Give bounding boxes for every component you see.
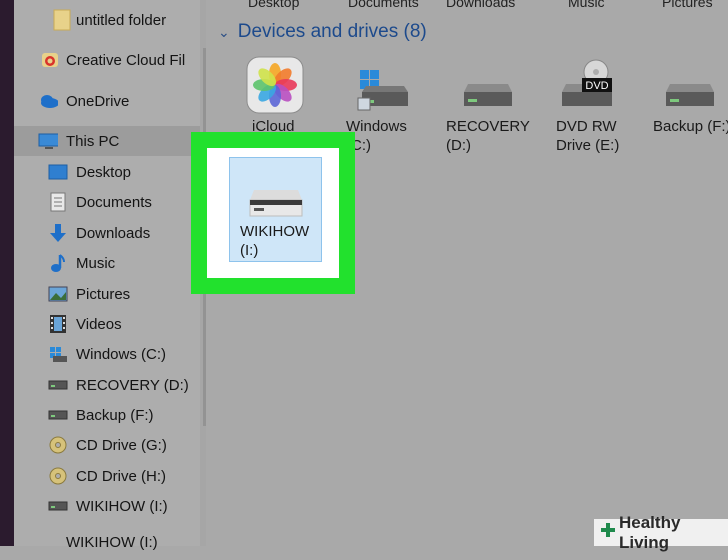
- sidebar-item-videos[interactable]: Videos: [14, 309, 200, 339]
- svg-text:DVD: DVD: [585, 80, 608, 92]
- sidebar-item-windows-c[interactable]: Windows (C:): [14, 339, 200, 369]
- section-title: Devices and drives (8): [237, 21, 427, 42]
- sidebar-item-label: Documents: [76, 193, 152, 211]
- sidebar-item-desktop[interactable]: Desktop: [14, 157, 200, 187]
- videos-icon: [48, 314, 68, 334]
- cd-icon: [48, 435, 68, 455]
- drive-icon: [454, 58, 516, 120]
- sidebar-item-wikihow-i[interactable]: WIKIHOW (I:): [14, 491, 200, 521]
- sidebar-item-untitled-folder[interactable]: untitled folder: [14, 5, 200, 35]
- drive-icon: [246, 186, 308, 225]
- sidebar-item-pictures[interactable]: Pictures: [14, 279, 200, 309]
- drive-tile-backup-f[interactable]: Backup (F:): [652, 58, 728, 168]
- navigation-pane: untitled folder Creative Cloud Fil OneDr…: [14, 0, 220, 551]
- documents-icon: [48, 192, 68, 212]
- devices-section-header[interactable]: ⌄ Devices and drives (8): [218, 21, 427, 43]
- drive-icon: [48, 496, 68, 516]
- chevron-down-icon: ⌄: [218, 23, 230, 40]
- desktop-icon: [48, 162, 68, 182]
- folder-label[interactable]: Downloads: [446, 0, 515, 10]
- sidebar-item-label: CD Drive (H:): [76, 467, 166, 485]
- folder-label[interactable]: Desktop: [248, 0, 299, 10]
- drive-icon: [48, 375, 68, 395]
- window-left-edge: [0, 0, 14, 546]
- sidebar-item-label: RECOVERY (D:): [76, 376, 189, 394]
- drive-label: DVD RW Drive (E:): [556, 118, 620, 154]
- dvd-drive-icon: DVD: [556, 58, 618, 120]
- sidebar-item-backup-f[interactable]: Backup (F:): [14, 400, 200, 430]
- sidebar-item-label: Creative Cloud Fil: [66, 51, 186, 69]
- windows-drive-icon: [348, 58, 410, 120]
- sidebar-item-label: Backup (F:): [76, 406, 154, 424]
- sidebar-item-music[interactable]: Music: [14, 248, 200, 278]
- folder-icon: [52, 9, 72, 31]
- sidebar-item-downloads[interactable]: Downloads: [14, 218, 200, 248]
- cd-icon: [48, 466, 68, 486]
- sidebar-item-cd-drive-h[interactable]: CD Drive (H:): [14, 461, 200, 491]
- watermark-text: Healthy Living: [619, 512, 681, 552]
- folder-label[interactable]: Documents: [348, 0, 419, 10]
- sidebar-item-recovery-d[interactable]: RECOVERY (D:): [14, 370, 200, 400]
- sidebar-item-label: OneDrive: [66, 92, 130, 110]
- windows-drive-icon: [48, 344, 68, 364]
- drive-label: Windows (C:): [346, 118, 407, 154]
- drive-label: RECOVERY (D:): [446, 118, 530, 154]
- folder-label[interactable]: Music: [568, 0, 605, 10]
- drive-tile-windows-c[interactable]: Windows (C:): [340, 58, 440, 168]
- icloud-photos-icon: [246, 56, 308, 118]
- sidebar-item-cd-drive-g[interactable]: CD Drive (G:): [14, 430, 200, 460]
- drive-tile-wikihow-i[interactable]: WIKIHOW (I:): [229, 157, 322, 262]
- watermark: Healthy Living: [594, 513, 728, 552]
- creative-cloud-icon: [40, 50, 60, 70]
- music-icon: [48, 253, 68, 273]
- drive-label: Backup (F:): [653, 118, 728, 135]
- sidebar-item-label: untitled folder: [76, 11, 167, 29]
- pictures-icon: [48, 284, 68, 304]
- sidebar-item-wikihow-i-network[interactable]: WIKIHOW (I:): [14, 530, 200, 560]
- sidebar-item-label: Downloads: [76, 224, 151, 242]
- sidebar-item-documents[interactable]: Documents: [14, 187, 200, 217]
- onedrive-icon: [38, 91, 58, 111]
- drive-icon: [658, 58, 720, 120]
- sidebar-item-label: Music: [76, 254, 116, 272]
- drive-icon: [48, 405, 68, 425]
- sidebar-item-label: WIKIHOW (I:): [76, 497, 168, 515]
- sidebar-item-label: Desktop: [76, 163, 132, 181]
- folder-label[interactable]: Pictures: [662, 0, 713, 10]
- drive-tile-dvd-rw-e[interactable]: DVD DVD RW Drive (E:): [556, 58, 656, 168]
- sidebar-item-label: CD Drive (G:): [76, 436, 167, 454]
- sidebar-item-onedrive[interactable]: OneDrive: [14, 86, 200, 116]
- plus-icon: [600, 522, 616, 543]
- sidebar-item-label: Pictures: [76, 285, 131, 303]
- sidebar-item-label: Videos: [76, 315, 122, 333]
- drive-tile-recovery-d[interactable]: RECOVERY (D:): [446, 58, 546, 168]
- downloads-icon: [48, 223, 68, 243]
- sidebar-item-label: This PC: [66, 132, 120, 150]
- sidebar-item-label: WIKIHOW (I:): [66, 534, 158, 551]
- drive-label: WIKIHOW (I:): [240, 223, 310, 259]
- sidebar-item-this-pc[interactable]: This PC: [14, 126, 200, 156]
- sidebar-item-creative-cloud[interactable]: Creative Cloud Fil: [14, 45, 200, 75]
- computer-icon: [38, 131, 58, 151]
- sidebar-item-label: Windows (C:): [76, 345, 167, 363]
